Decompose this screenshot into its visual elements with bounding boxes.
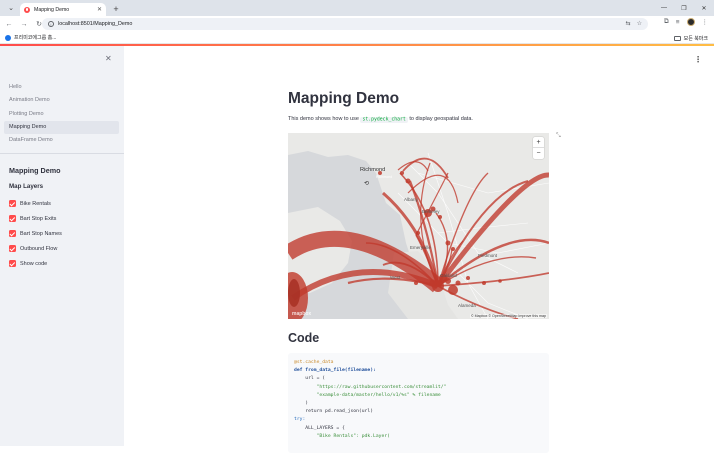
minimize-icon[interactable]: —: [654, 0, 674, 16]
sidebar-item-hello[interactable]: Hello: [4, 81, 119, 94]
intro-text-after: to display geospatial data.: [409, 116, 473, 122]
code-line: ): [294, 401, 309, 407]
code-line: "https://raw.githubusercontent.com/strea…: [294, 384, 447, 390]
bookmark-star-icon[interactable]: ☆: [637, 20, 642, 27]
checkbox-bart-stop-exits[interactable]: Bart Stop Exits: [9, 211, 62, 226]
mapbox-logo[interactable]: mapbox: [292, 311, 311, 317]
window-controls: — ❐ ✕: [654, 0, 714, 16]
checkbox-checked-icon[interactable]: [9, 215, 16, 222]
all-bookmarks[interactable]: 모든 북마크: [673, 35, 708, 42]
zoom-in-button[interactable]: +: [533, 137, 544, 148]
browser-tab-strip: ⌄ Mapping Demo ✕ + — ❐ ✕: [0, 0, 714, 16]
code-line: def from_data_file(filename):: [294, 368, 376, 374]
intro-text-before: This demo shows how to use: [288, 116, 359, 122]
code-line: "Bike Rentals": pdk.Layer(: [294, 433, 390, 439]
checkbox-checked-icon[interactable]: [9, 260, 16, 267]
map-label-alameda: Alameda: [458, 303, 476, 308]
intro-text: This demo shows how to use st.pydeck_cha…: [288, 116, 473, 123]
map-cursor-icon: ⟲: [364, 181, 370, 187]
intro-code: st.pydeck_chart: [360, 116, 408, 123]
streamlit-favicon-icon: [24, 6, 30, 13]
code-line: "example-data/master/hello/v1/%s" % file…: [294, 392, 441, 398]
checkbox-label: Bike Rentals: [20, 200, 51, 207]
sidebar: ✕ Hello Animation Demo Plotting Demo Map…: [0, 46, 124, 446]
map-label-richmond: Richmond: [360, 167, 386, 173]
maximize-icon[interactable]: ❐: [674, 0, 694, 16]
page-title: Mapping Demo: [288, 90, 400, 107]
map-layers-heading: Map Layers: [9, 183, 44, 190]
code-line: url = (: [294, 376, 326, 382]
code-line: ALL_LAYERS = {: [294, 425, 345, 431]
fullscreen-expand-icon[interactable]: ⤡: [556, 133, 561, 140]
browser-tab[interactable]: Mapping Demo ✕: [20, 3, 106, 16]
media-icon[interactable]: ≡: [676, 19, 680, 26]
extensions-icon[interactable]: ⧉: [664, 18, 669, 26]
checkbox-checked-icon[interactable]: [9, 230, 16, 237]
close-window-icon[interactable]: ✕: [694, 0, 714, 16]
address-bar[interactable]: i localhost:8501/Mapping_Demo ⇆ ☆: [42, 18, 648, 30]
tab-search-icon[interactable]: ⌄: [4, 1, 18, 15]
code-line: return pd.read_json(url): [294, 409, 374, 415]
all-bookmarks-label: 모든 북마크: [683, 36, 708, 42]
sidebar-title: Mapping Demo: [9, 166, 61, 175]
checkbox-checked-icon[interactable]: [9, 245, 16, 252]
sidebar-item-mapping-demo[interactable]: Mapping Demo: [4, 120, 119, 135]
checkbox-checked-icon[interactable]: [9, 200, 16, 207]
folder-icon: [673, 36, 681, 41]
map-label-piedmont: Piedmont: [478, 253, 498, 258]
sidebar-item-animation-demo[interactable]: Animation Demo: [4, 94, 119, 107]
sidebar-divider: [0, 153, 124, 154]
sidebar-close-icon[interactable]: ✕: [105, 54, 112, 63]
checkbox-label: Outbound Flow: [20, 245, 58, 252]
pydeck-map[interactable]: Richmond Richmond Albany Berkeley Emeryv…: [288, 133, 549, 319]
bookmark-item[interactable]: 프리미코에그룹 홈...: [5, 34, 56, 41]
url-text: localhost:8501/Mapping_Demo: [58, 21, 133, 27]
map-label-west: West: [390, 275, 401, 280]
checkbox-label: Bart Stop Exits: [20, 215, 57, 222]
map-label-emeryville: Emeryville: [410, 245, 431, 250]
map-label-oakland: Oakland: [440, 273, 457, 278]
zoom-out-button[interactable]: −: [533, 148, 544, 159]
layer-checkbox-list: Bike Rentals Bart Stop Exits Bart Stop N…: [9, 196, 62, 271]
tab-close-icon[interactable]: ✕: [97, 6, 102, 13]
checkbox-show-code[interactable]: Show code: [9, 256, 62, 271]
map-label-berkeley: Berkeley: [422, 209, 440, 214]
main-menu-icon[interactable]: ⋮: [694, 55, 702, 64]
site-info-icon[interactable]: i: [48, 21, 54, 27]
tab-title: Mapping Demo: [34, 6, 70, 13]
browser-menu-icon[interactable]: ⋮: [702, 18, 709, 26]
sidebar-item-dataframe-demo[interactable]: DataFrame Demo: [4, 134, 119, 147]
code-heading: Code: [288, 331, 320, 345]
svg-text:Richmond: Richmond: [376, 175, 392, 179]
map-zoom-controls: + −: [533, 137, 544, 159]
browser-toolbar: ← → ↻ i localhost:8501/Mapping_Demo ⇆ ☆ …: [0, 16, 714, 32]
map-label-albany: Albany: [404, 197, 418, 202]
sidebar-item-plotting-demo[interactable]: Plotting Demo: [4, 108, 119, 121]
forward-icon[interactable]: →: [18, 18, 30, 30]
profile-avatar[interactable]: [686, 18, 695, 26]
bookmark-favicon-icon: [5, 34, 11, 41]
map-attribution[interactable]: © Mapbox © OpenStreetMap Improve this ma…: [469, 314, 547, 318]
back-icon[interactable]: ←: [3, 18, 15, 30]
new-tab-button[interactable]: +: [110, 3, 122, 15]
checkbox-outbound-flow[interactable]: Outbound Flow: [9, 241, 62, 256]
translate-icon[interactable]: ⇆: [626, 20, 631, 27]
checkbox-bike-rentals[interactable]: Bike Rentals: [9, 196, 62, 211]
code-line: @st.cache_data: [294, 360, 334, 365]
checkbox-label: Show code: [20, 260, 48, 267]
bookmark-label: 프리미코에그룹 홈...: [14, 35, 57, 41]
checkbox-label: Bart Stop Names: [20, 230, 62, 237]
sidebar-nav: Hello Animation Demo Plotting Demo Mappi…: [4, 81, 119, 147]
main-content: ⋮ Mapping Demo This demo shows how to us…: [124, 46, 714, 453]
bookmarks-bar: 프리미코에그룹 홈... 모든 북마크: [0, 32, 714, 44]
code-line: try:: [294, 417, 306, 423]
code-block[interactable]: @st.cache_datadef from_data_file(filenam…: [288, 353, 549, 453]
checkbox-bart-stop-names[interactable]: Bart Stop Names: [9, 226, 62, 241]
map-canvas: Richmond: [288, 133, 549, 319]
